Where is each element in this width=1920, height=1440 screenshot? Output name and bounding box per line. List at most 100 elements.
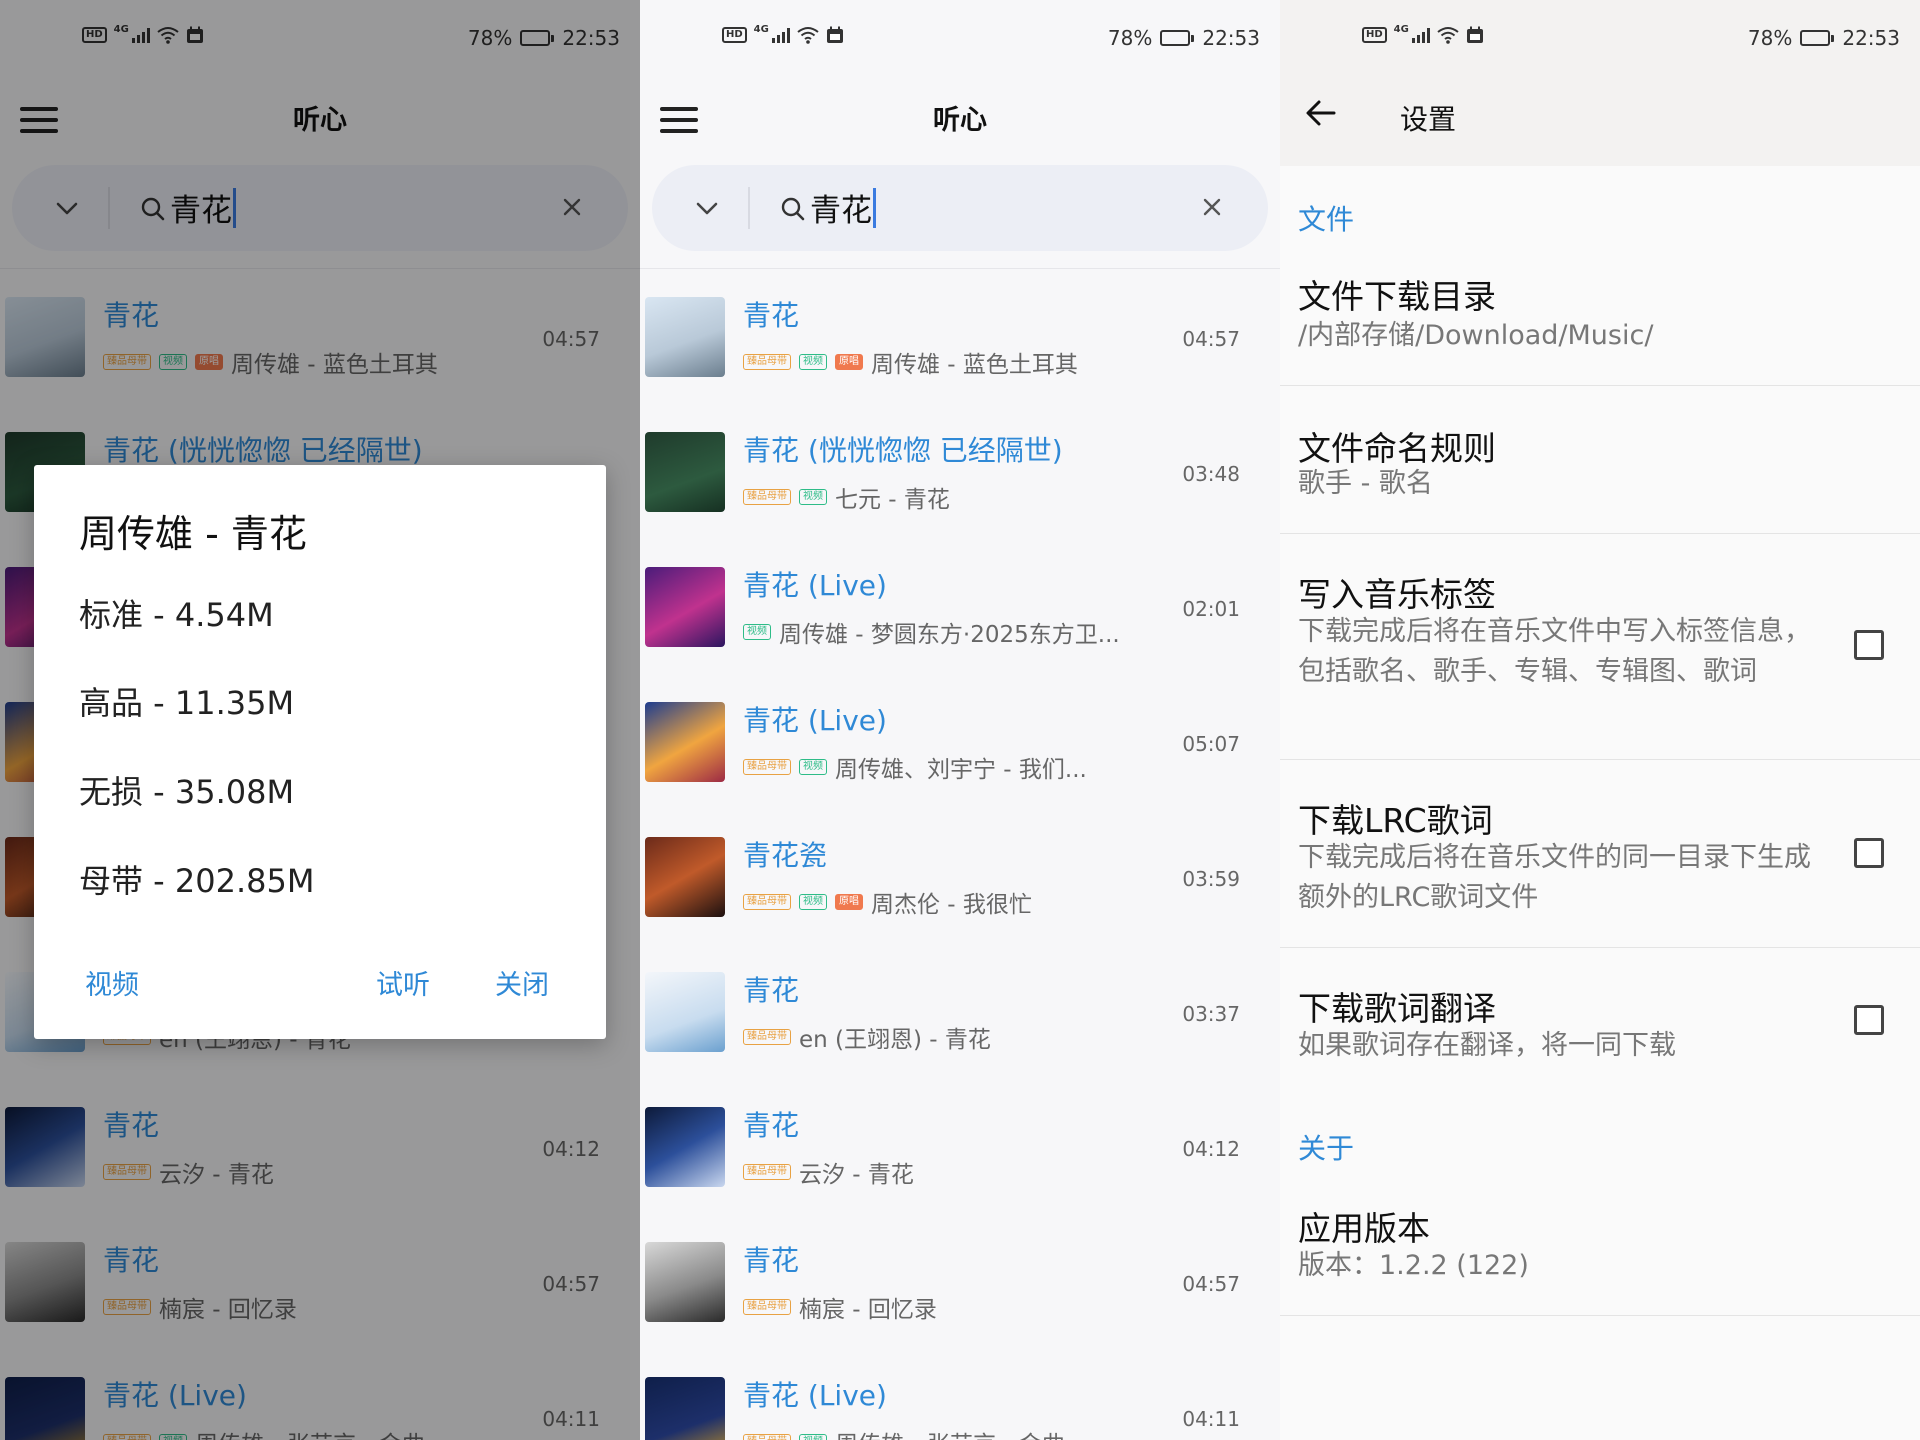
quality-option-master[interactable]: 母带 - 202.85M — [79, 856, 314, 902]
clear-icon[interactable] — [1200, 195, 1224, 223]
song-meta: 臻品母带 楠宸 - 回忆录 — [743, 1290, 937, 1324]
setting-title: 下载LRC歌词 — [1298, 801, 1493, 840]
song-duration: 03:59 — [1182, 867, 1240, 891]
signal-icon — [771, 27, 790, 43]
song-artist-album: 周传雄、刘宇宁 - 我们... — [835, 757, 1087, 783]
battery-percent: 78% — [1107, 26, 1153, 50]
song-artist-album: 周传雄、张芸京 - 金曲 — [835, 1425, 1065, 1440]
network-type: 4G — [1393, 23, 1409, 35]
search-input[interactable]: 青花 — [810, 185, 876, 230]
chevron-down-icon[interactable] — [694, 195, 720, 225]
song-title: 青花 (Live) — [743, 569, 887, 602]
album-cover — [645, 972, 725, 1052]
screen-settings: HD 4G 78% 22:53 设置 文件 文件下载目录 /内部存储/Downl… — [1280, 0, 1920, 1440]
video-badge: 视频 — [799, 759, 827, 775]
preview-button[interactable]: 试听 — [376, 963, 430, 1002]
video-badge: 视频 — [799, 354, 827, 370]
album-cover — [645, 837, 725, 917]
calendar-icon — [1466, 26, 1484, 44]
status-bar: HD 4G 78% 22:53 — [640, 0, 1280, 78]
hd-icon: HD — [722, 27, 747, 43]
hd-icon: HD — [1362, 27, 1387, 43]
song-duration: 03:48 — [1182, 462, 1240, 486]
setting-title: 写入音乐标签 — [1298, 575, 1496, 614]
video-badge: 视频 — [743, 624, 771, 640]
video-button[interactable]: 视频 — [85, 963, 139, 1002]
album-cover — [645, 1242, 725, 1322]
song-meta: 臻品母带 视频 原唱 周传雄 - 蓝色土耳其 — [743, 345, 1078, 379]
song-duration: 05:07 — [1182, 732, 1240, 756]
setting-title: 下载歌词翻译 — [1298, 989, 1496, 1028]
song-meta: 臻品母带 视频 周传雄、张芸京 - 金曲 — [743, 1425, 1065, 1440]
write-tags-checkbox[interactable] — [1854, 630, 1884, 660]
quality-option-lossless[interactable]: 无损 - 35.08M — [79, 767, 294, 813]
search-divider — [748, 187, 750, 229]
master-quality-badge: 臻品母带 — [743, 1434, 791, 1440]
song-row[interactable]: 青花 (Live) 视频周传雄 - 梦圆东方·2025东方卫... 02:01 — [640, 550, 1280, 685]
battery-percent: 78% — [1747, 26, 1793, 50]
song-row[interactable]: 青花 (Live) 臻品母带 视频 周传雄、张芸京 - 金曲 04:11 — [640, 1360, 1280, 1440]
app-title: 听心 — [933, 105, 987, 136]
divider — [640, 268, 1280, 269]
song-duration: 04:11 — [1182, 1407, 1240, 1431]
song-duration: 04:57 — [1182, 327, 1240, 351]
song-row[interactable]: 青花臻品母带 en (王翊恩) - 青花 03:37 — [640, 955, 1280, 1090]
song-meta: 臻品母带视频原唱周杰伦 - 我很忙 — [743, 885, 1032, 919]
song-row[interactable]: 青花 (Live) 臻品母带视频周传雄、刘宇宁 - 我们... 05:07 — [640, 685, 1280, 820]
song-duration: 04:12 — [1182, 1137, 1240, 1161]
master-quality-badge: 臻品母带 — [743, 1299, 791, 1315]
screen-search-with-dialog: HD 4G 78% 22:53 听心 青花 青花 臻品母带 视频 原唱 周传雄 … — [0, 0, 640, 1440]
master-quality-badge: 臻品母带 — [743, 489, 791, 505]
album-cover — [645, 1107, 725, 1187]
setting-download-translation[interactable]: 下载歌词翻译 如果歌词存在翻译，将一同下载 — [1280, 948, 1920, 1088]
song-artist-album: 周杰伦 - 我很忙 — [871, 892, 1032, 918]
master-quality-badge: 臻品母带 — [743, 894, 791, 910]
song-title: 青花 (Live) — [743, 1379, 887, 1412]
song-meta: 臻品母带 en (王翊恩) - 青花 — [743, 1020, 991, 1054]
song-artist-album: en (王翊恩) - 青花 — [799, 1027, 991, 1053]
section-header-about: 关于 — [1298, 1132, 1355, 1165]
album-cover — [645, 432, 725, 512]
setting-download-dir[interactable]: 文件下载目录 /内部存储/Download/Music/ — [1280, 250, 1920, 386]
setting-subtitle: 歌手 - 歌名 — [1298, 468, 1433, 499]
song-meta: 臻品母带 云汐 - 青花 — [743, 1155, 914, 1189]
setting-subtitle: /内部存储/Download/Music/ — [1298, 320, 1654, 351]
search-bar: 青花 — [652, 165, 1268, 251]
section-header-file: 文件 — [1298, 203, 1355, 236]
song-title: 青花 — [743, 1109, 800, 1142]
download-lrc-checkbox[interactable] — [1854, 838, 1884, 868]
back-arrow-icon[interactable] — [1304, 96, 1338, 134]
song-row[interactable]: 青花臻品母带 视频 原唱 周传雄 - 蓝色土耳其 04:57 — [640, 280, 1280, 415]
original-badge: 原唱 — [835, 354, 863, 370]
quality-option-high[interactable]: 高品 - 11.35M — [79, 678, 294, 724]
setting-naming-rule[interactable]: 文件命名规则 歌手 - 歌名 — [1280, 386, 1920, 534]
song-artist-album: 楠宸 - 回忆录 — [799, 1297, 937, 1323]
song-artist-album: 周传雄 - 梦圆东方·2025东方卫... — [779, 622, 1120, 648]
song-title: 青花 — [743, 299, 800, 332]
wifi-icon — [797, 26, 819, 44]
search-icon — [780, 196, 806, 226]
setting-write-tags[interactable]: 写入音乐标签 下载完成后将在音乐文件中写入标签信息，包括歌名、歌手、专辑、专辑图… — [1280, 534, 1920, 760]
download-translation-checkbox[interactable] — [1854, 1005, 1884, 1035]
song-row[interactable]: 青花臻品母带 楠宸 - 回忆录 04:57 — [640, 1225, 1280, 1360]
master-quality-badge: 臻品母带 — [743, 354, 791, 370]
song-meta: 臻品母带视频周传雄、刘宇宁 - 我们... — [743, 750, 1087, 784]
close-button[interactable]: 关闭 — [495, 963, 549, 1002]
setting-download-lrc[interactable]: 下载LRC歌词 下载完成后将在音乐文件的同一目录下生成额外的LRC歌词文件 — [1280, 760, 1920, 948]
wifi-icon — [1437, 26, 1459, 44]
song-duration: 03:37 — [1182, 1002, 1240, 1026]
song-row[interactable]: 青花臻品母带 云汐 - 青花 04:12 — [640, 1090, 1280, 1225]
quality-option-standard[interactable]: 标准 - 4.54M — [79, 590, 274, 636]
song-title: 青花 — [743, 974, 800, 1007]
song-row[interactable]: 青花 (恍恍惚惚 已经隔世) 臻品母带视频七元 - 青花 03:48 — [640, 415, 1280, 550]
calendar-icon — [826, 26, 844, 44]
song-title: 青花 — [743, 1244, 800, 1277]
song-artist-album: 云汐 - 青花 — [799, 1162, 914, 1188]
song-duration: 04:57 — [1182, 1272, 1240, 1296]
setting-title: 文件命名规则 — [1298, 429, 1496, 468]
setting-app-version[interactable]: 应用版本 版本：1.2.2 (122) — [1280, 1180, 1920, 1316]
status-bar: HD 4G 78% 22:53 — [1280, 0, 1920, 78]
song-artist-album: 七元 - 青花 — [835, 487, 950, 513]
song-row[interactable]: 青花瓷臻品母带视频原唱周杰伦 - 我很忙 03:59 — [640, 820, 1280, 955]
master-quality-badge: 臻品母带 — [743, 1164, 791, 1180]
